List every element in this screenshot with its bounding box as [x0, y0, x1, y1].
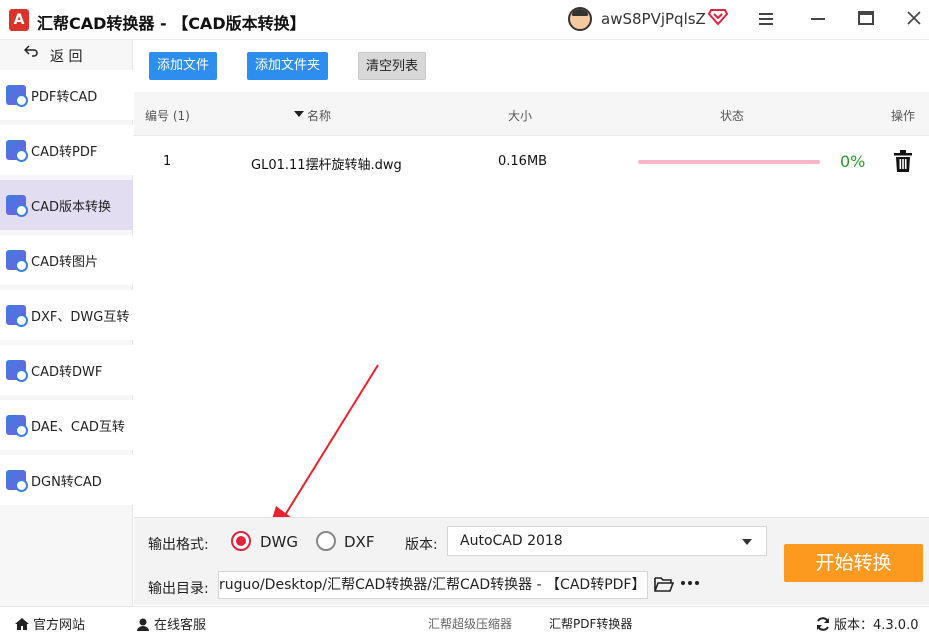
version-select[interactable]: AutoCAD 2018: [447, 526, 767, 556]
cad-to-dwf-icon: [6, 360, 28, 382]
sidebar-item-label: PDF转CAD: [31, 90, 98, 105]
window-title: 汇帮CAD转换器 - 【CAD版本转换】: [37, 14, 306, 33]
home-icon: [14, 617, 30, 631]
sidebar-item-label: DGN转CAD: [31, 475, 102, 490]
output-settings-panel: 输出格式: DWG DXF 版本: AutoCAD 2018 输出目录: rug…: [134, 517, 929, 605]
sidebar-item-cad-version-convert[interactable]: CAD版本转换: [0, 180, 133, 230]
row-progress-text: 0%: [840, 152, 866, 171]
output-format-label: 输出格式:: [148, 537, 209, 553]
back-button[interactable]: 返 回: [0, 40, 133, 68]
app-logo-icon: A: [9, 9, 29, 31]
output-directory-field[interactable]: ruguo/Desktop/汇帮CAD转换器/汇帮CAD转换器 - 【CAD转P…: [218, 571, 648, 599]
super-compressor-link[interactable]: 汇帮超级压缩器: [428, 615, 512, 632]
toolbar: 添加文件 添加文件夹 清空列表: [134, 40, 929, 90]
sidebar-item-label: CAD转图片: [31, 255, 98, 270]
headset-icon: [135, 617, 151, 631]
back-arrow-icon: [23, 45, 38, 61]
sidebar-item-cad-to-pdf[interactable]: CAD转PDF: [0, 125, 133, 175]
column-index[interactable]: 编号 (1): [145, 107, 190, 124]
sidebar-item-label: CAD转PDF: [31, 145, 98, 160]
format-dwg-label[interactable]: DWG: [260, 533, 298, 551]
official-website-label: 官方网站: [33, 618, 86, 633]
sidebar-item-cad-to-image[interactable]: CAD转图片: [0, 235, 133, 285]
output-directory-label: 输出目录:: [148, 581, 209, 597]
clear-list-button[interactable]: 清空列表: [358, 52, 426, 80]
dae-cad-icon: [6, 415, 28, 437]
trash-icon[interactable]: [894, 150, 912, 172]
add-file-button[interactable]: 添加文件: [149, 52, 217, 80]
official-website-link[interactable]: 官方网站: [14, 614, 85, 633]
avatar[interactable]: [568, 7, 592, 31]
online-support-label: 在线客服: [154, 618, 207, 633]
row-file-size: 0.16MB: [498, 154, 548, 169]
column-size[interactable]: 大小: [508, 107, 532, 124]
cad-version-icon: [6, 195, 28, 217]
cad-to-image-icon: [6, 250, 28, 272]
username[interactable]: awS8PVjPqlsZ: [601, 10, 706, 28]
row-index: 1: [163, 154, 172, 169]
maximize-icon[interactable]: [854, 8, 878, 32]
start-convert-button[interactable]: 开始转换: [784, 544, 923, 582]
title-bar: A 汇帮CAD转换器 - 【CAD版本转换】 awS8PVjPqlsZ: [0, 0, 929, 40]
version-label: 版本：4.3.0.0: [834, 618, 919, 633]
online-support-link[interactable]: 在线客服: [135, 614, 206, 633]
format-dwg-radio[interactable]: [231, 531, 251, 551]
close-icon[interactable]: [902, 8, 926, 32]
chevron-down-icon: [742, 539, 752, 545]
format-dxf-label[interactable]: DXF: [344, 533, 374, 551]
add-folder-button[interactable]: 添加文件夹: [247, 52, 328, 80]
more-options-icon[interactable]: [680, 574, 700, 596]
back-label: 返 回: [50, 49, 83, 65]
folder-open-icon[interactable]: [654, 575, 675, 593]
vip-diamond-icon[interactable]: [707, 8, 729, 26]
pdf-to-cad-icon: [6, 85, 28, 107]
row-file-name: GL01.11摆杆旋转轴.dwg: [251, 158, 402, 173]
cad-to-pdf-icon: [6, 140, 28, 162]
version-label: 版本:: [405, 537, 438, 553]
sidebar-item-label: CAD版本转换: [31, 200, 111, 215]
row-progress-bar: [638, 160, 820, 164]
column-action: 操作: [891, 109, 916, 123]
dxf-dwg-icon: [6, 305, 28, 327]
sidebar-item-dgn-to-cad[interactable]: DGN转CAD: [0, 455, 133, 505]
table-row[interactable]: 1 GL01.11摆杆旋转轴.dwg 0.16MB 0%: [134, 137, 929, 187]
version-info[interactable]: 版本：4.3.0.0: [815, 614, 918, 633]
status-bar: 官方网站 在线客服 汇帮超级压缩器 汇帮PDF转换器 版本：4.3.0.0: [0, 606, 929, 634]
file-table-header: 编号 (1) 名称 大小 状态 操作: [134, 92, 929, 136]
sidebar-item-label: DAE、CAD互转: [31, 420, 125, 435]
column-status: 状态: [720, 109, 745, 123]
sort-desc-icon[interactable]: [294, 107, 304, 121]
dgn-to-cad-icon: [6, 470, 28, 492]
sidebar: 返 回 PDF转CAD CAD转PDF CAD版本转换 CAD转图片 DXF、D…: [0, 40, 133, 606]
pdf-converter-link[interactable]: 汇帮PDF转换器: [549, 615, 632, 632]
version-select-value: AutoCAD 2018: [460, 533, 563, 549]
minimize-icon[interactable]: [806, 8, 830, 32]
column-name[interactable]: 名称: [307, 107, 331, 124]
sidebar-item-label: CAD转DWF: [31, 365, 103, 380]
sidebar-item-dxf-dwg[interactable]: DXF、DWG互转: [0, 290, 133, 340]
refresh-icon: [815, 617, 831, 631]
sidebar-item-dae-cad[interactable]: DAE、CAD互转: [0, 400, 133, 450]
file-list-empty-area: [134, 187, 929, 516]
sidebar-item-pdf-to-cad[interactable]: PDF转CAD: [0, 70, 133, 120]
sidebar-item-cad-to-dwf[interactable]: CAD转DWF: [0, 345, 133, 395]
sidebar-item-label: DXF、DWG互转: [31, 310, 130, 325]
menu-icon[interactable]: [754, 8, 778, 32]
format-dxf-radio[interactable]: [316, 531, 336, 551]
